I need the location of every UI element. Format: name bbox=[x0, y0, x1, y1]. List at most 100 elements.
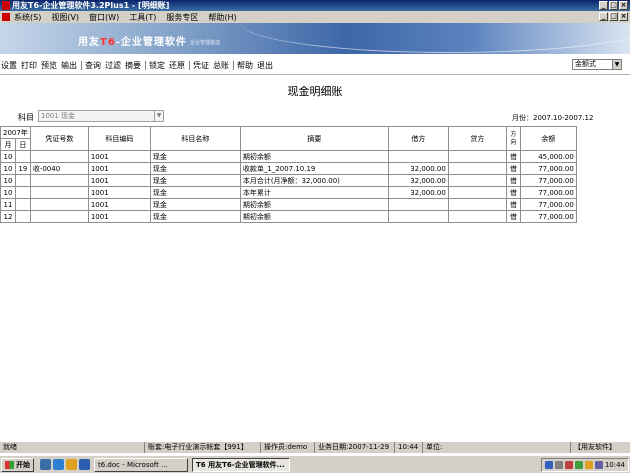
cell-code: 1001 bbox=[87, 150, 151, 163]
tray-network-icon[interactable] bbox=[544, 461, 553, 469]
lock-button[interactable]: 锁定 bbox=[149, 60, 165, 71]
cell-name: 现金 bbox=[149, 186, 241, 199]
filter-button[interactable]: 过滤 bbox=[105, 60, 121, 71]
menu-tools[interactable]: 工具(T) bbox=[129, 12, 156, 23]
table-row[interactable]: 10 19 收-0040 1001 现金 收款单_1_2007.10.19 32,000.0… bbox=[0, 162, 577, 175]
menu-view[interactable]: 视图(V) bbox=[51, 12, 79, 23]
direction-header[interactable]: 方向 bbox=[505, 126, 521, 151]
subject-name-header[interactable]: 科目名称 bbox=[149, 126, 241, 151]
minimize-button[interactable]: _ bbox=[599, 1, 608, 10]
cell-day bbox=[14, 150, 31, 163]
cell-voucher bbox=[29, 150, 89, 163]
day-header[interactable]: 日 bbox=[14, 138, 31, 151]
table-row[interactable]: 11 1001 现金 期初余额 借 77,000.00 bbox=[0, 198, 577, 211]
credit-header[interactable]: 贷方 bbox=[447, 126, 507, 151]
product-banner: 用友T6-企业管理软件 企业管理首选 bbox=[0, 23, 630, 54]
cell-code: 1001 bbox=[87, 162, 151, 175]
balance-header[interactable]: 余额 bbox=[519, 126, 577, 151]
general-ledger-button[interactable]: 总账 bbox=[213, 60, 229, 71]
cell-balance: 77,000.00 bbox=[519, 186, 577, 199]
tray-antivirus-icon[interactable] bbox=[564, 461, 573, 469]
exit-button[interactable]: 退出 bbox=[257, 60, 273, 71]
cell-code: 1001 bbox=[87, 198, 151, 211]
child-minimize-button[interactable]: _ bbox=[599, 12, 608, 21]
cell-summary: 收款单_1_2007.10.19 bbox=[239, 162, 389, 175]
summary-button[interactable]: 摘要 bbox=[125, 60, 141, 71]
task-word-doc-label: t6.doc - Microsoft ... bbox=[98, 460, 168, 469]
setup-button[interactable]: 设置 bbox=[1, 60, 17, 71]
desktop-icon[interactable] bbox=[40, 459, 51, 470]
preview-button[interactable]: 预览 bbox=[41, 60, 57, 71]
month-header[interactable]: 月 bbox=[0, 138, 16, 151]
task-word-doc[interactable]: t6.doc - Microsoft ... bbox=[94, 457, 188, 472]
cell-balance: 77,000.00 bbox=[519, 210, 577, 223]
cell-month: 10 bbox=[0, 162, 16, 175]
child-restore-button[interactable]: □ bbox=[609, 12, 618, 21]
task-t6-app[interactable]: T6 用友T6-企业管理软件... bbox=[192, 457, 290, 472]
start-button[interactable]: 开始 bbox=[1, 457, 34, 472]
voucher-no-header[interactable]: 凭证号数 bbox=[29, 126, 89, 151]
maximize-button[interactable]: □ bbox=[609, 1, 618, 10]
status-bar: 就绪 账套:电子行业演示帐套【991】 操作员:demo 业务日期:2007-1… bbox=[0, 441, 630, 453]
voucher-button[interactable]: 凭证 bbox=[193, 60, 209, 71]
summary-header[interactable]: 摘要 bbox=[239, 126, 389, 151]
cell-credit bbox=[447, 162, 507, 175]
chevron-down-icon[interactable]: ▼ bbox=[612, 60, 621, 69]
tray-volume-icon[interactable] bbox=[554, 461, 563, 469]
tray-ime-icon[interactable] bbox=[584, 461, 593, 469]
child-close-button[interactable]: × bbox=[619, 12, 628, 21]
start-label: 开始 bbox=[16, 460, 30, 469]
menu-window[interactable]: 窗口(W) bbox=[89, 12, 119, 23]
cell-voucher bbox=[29, 186, 89, 199]
cell-voucher: 收-0040 bbox=[29, 162, 89, 175]
cell-name: 现金 bbox=[149, 210, 241, 223]
cell-summary: 期初余额 bbox=[239, 210, 389, 223]
window-title-bar[interactable]: 用友T6-企业管理软件3.2Plus1 - [明细账] _ □ × bbox=[0, 0, 630, 11]
ie-icon[interactable] bbox=[53, 459, 64, 470]
menu-service[interactable]: 服务专区 bbox=[166, 12, 198, 23]
help-button[interactable]: 帮助 bbox=[237, 60, 253, 71]
cell-day bbox=[14, 174, 31, 187]
system-tray: 10:44 bbox=[540, 458, 629, 472]
cell-month: 12 bbox=[0, 210, 16, 223]
cell-name: 现金 bbox=[149, 198, 241, 211]
table-row[interactable]: 10 1001 现金 期初余额 借 45,000.00 bbox=[0, 150, 577, 163]
cell-credit bbox=[447, 186, 507, 199]
table-row[interactable]: 10 1001 现金 本月合计(月净额：32,000.00) 32,000.00 借 77,… bbox=[0, 174, 577, 187]
cell-day bbox=[14, 210, 31, 223]
query-button[interactable]: 查询 bbox=[85, 60, 101, 71]
menu-help[interactable]: 帮助(H) bbox=[208, 12, 236, 23]
close-button[interactable]: × bbox=[619, 1, 628, 10]
tray-app-icon[interactable] bbox=[574, 461, 583, 469]
toolbar-separator bbox=[81, 60, 82, 70]
banner-arc bbox=[240, 23, 630, 53]
table-row[interactable]: 12 1001 现金 期初余额 借 77,000.00 bbox=[0, 210, 577, 223]
cell-voucher bbox=[29, 210, 89, 223]
export-button[interactable]: 输出 bbox=[61, 60, 77, 71]
menu-system[interactable]: 系统(S) bbox=[14, 12, 41, 23]
toolbar-separator bbox=[145, 60, 146, 70]
cell-debit bbox=[387, 210, 449, 223]
cell-credit bbox=[447, 174, 507, 187]
cell-name: 现金 bbox=[149, 174, 241, 187]
subject-label: 科目 bbox=[18, 113, 34, 122]
status-state: 就绪 bbox=[3, 443, 17, 451]
outlook-icon[interactable] bbox=[66, 459, 77, 470]
format-select[interactable]: 金额式 ▼ bbox=[572, 59, 622, 70]
subject-code-header[interactable]: 科目编码 bbox=[87, 126, 151, 151]
table-row[interactable]: 10 1001 现金 本年累计 32,000.00 借 77,000.00 bbox=[0, 186, 577, 199]
debit-header[interactable]: 借方 bbox=[387, 126, 449, 151]
window-title: 用友T6-企业管理软件3.2Plus1 - [明细账] bbox=[12, 1, 170, 10]
tray-update-icon[interactable] bbox=[594, 461, 603, 469]
print-button[interactable]: 打印 bbox=[21, 60, 37, 71]
subject-select[interactable]: 1001 现金 ▼ bbox=[38, 110, 164, 122]
cell-dir: 借 bbox=[505, 162, 521, 175]
restore-button[interactable]: 还原 bbox=[169, 60, 185, 71]
chevron-down-icon[interactable]: ▼ bbox=[154, 111, 163, 121]
cell-balance: 77,000.00 bbox=[519, 174, 577, 187]
page-title: 现金明细账 bbox=[287, 85, 343, 98]
toolbar-divider bbox=[0, 74, 630, 75]
tray-clock: 10:44 bbox=[604, 461, 625, 469]
word-icon[interactable] bbox=[79, 459, 90, 470]
cell-debit: 32,000.00 bbox=[387, 186, 449, 199]
